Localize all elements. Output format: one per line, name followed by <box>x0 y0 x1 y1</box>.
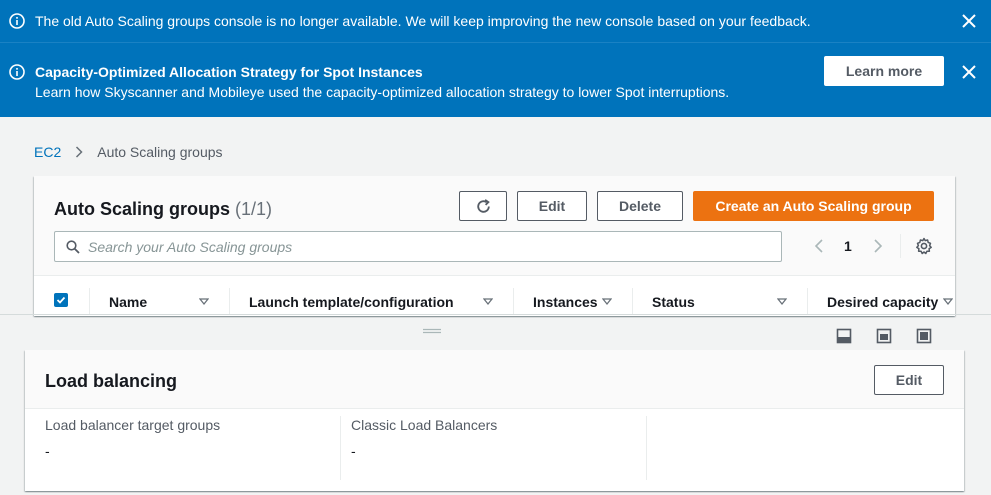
sort-caret-icon[interactable] <box>777 298 787 306</box>
column-divider <box>229 288 230 314</box>
auto-scaling-groups-panel: Auto Scaling groups (1/1) Edit Delete Cr… <box>34 176 955 418</box>
search-icon <box>66 240 80 254</box>
split-panel-divider[interactable] <box>0 314 991 315</box>
gear-icon[interactable] <box>915 237 933 255</box>
column-divider <box>340 416 341 480</box>
target-groups-field: Load balancer target groups - <box>45 416 220 478</box>
split-side-icon[interactable] <box>876 328 892 344</box>
panel-title: Load balancing <box>45 371 178 391</box>
load-balancing-panel: Load balancing Edit Load balancer target… <box>25 350 964 491</box>
breadcrumb-ec2-link[interactable]: EC2 <box>34 143 61 161</box>
refresh-button[interactable] <box>459 191 507 221</box>
panel-title: Auto Scaling groups (1/1) <box>54 198 272 220</box>
column-divider <box>513 288 514 314</box>
create-auto-scaling-group-button[interactable]: Create an Auto Scaling group <box>693 191 934 221</box>
flash-message: The old Auto Scaling groups console is n… <box>35 13 811 29</box>
flash-bar-autoscaling-console: The old Auto Scaling groups console is n… <box>0 0 991 42</box>
drag-handle-icon[interactable] <box>422 328 442 334</box>
chevron-right-icon <box>76 146 83 158</box>
column-name[interactable]: Name <box>109 294 147 310</box>
info-icon <box>9 13 25 29</box>
flash-title: Capacity-Optimized Allocation Strategy f… <box>35 64 423 80</box>
search-input[interactable] <box>88 232 768 261</box>
column-divider <box>646 416 647 480</box>
column-divider <box>807 288 808 314</box>
target-groups-label: Load balancer target groups <box>45 417 221 433</box>
edit-load-balancing-button[interactable]: Edit <box>874 365 944 395</box>
chevron-right-icon[interactable] <box>873 239 883 253</box>
column-desired-capacity[interactable]: Desired capacity <box>827 294 938 310</box>
classic-load-balancers-field: Classic Load Balancers - <box>351 416 497 478</box>
sort-caret-icon[interactable] <box>483 298 493 306</box>
sort-caret-icon[interactable] <box>199 298 209 306</box>
column-launch-template[interactable]: Launch template/configuration <box>249 294 454 310</box>
panel-title-text: Auto Scaling groups <box>54 199 231 219</box>
column-instances[interactable]: Instances <box>533 294 598 310</box>
column-status[interactable]: Status <box>652 294 695 310</box>
classic-load-balancers-label: Classic Load Balancers <box>351 417 498 433</box>
search-box <box>54 231 782 262</box>
chevron-left-icon[interactable] <box>814 239 824 253</box>
classic-load-balancers-value: - <box>351 443 356 459</box>
column-divider <box>89 288 90 314</box>
edit-button[interactable]: Edit <box>517 191 587 221</box>
split-full-icon[interactable] <box>916 328 932 344</box>
sort-caret-icon[interactable] <box>602 298 612 306</box>
info-icon <box>9 64 25 80</box>
split-bottom-icon[interactable] <box>836 328 852 344</box>
breadcrumb-current: Auto Scaling groups <box>97 144 223 160</box>
target-groups-value: - <box>45 443 50 459</box>
flash-message: Learn how Skyscanner and Mobileye used t… <box>35 84 730 100</box>
sort-caret-icon[interactable] <box>943 298 953 306</box>
column-divider <box>632 288 633 314</box>
breadcrumb: EC2 Auto Scaling groups <box>34 143 223 161</box>
close-icon[interactable] <box>961 13 977 29</box>
delete-button[interactable]: Delete <box>597 191 683 221</box>
refresh-icon <box>477 199 490 213</box>
page-number[interactable]: 1 <box>844 238 852 254</box>
learn-more-button[interactable]: Learn more <box>824 56 944 86</box>
close-icon[interactable] <box>961 64 977 80</box>
table-header: Name Launch template/configuration Insta… <box>34 288 955 418</box>
divider <box>900 234 901 258</box>
selection-count: (1/1) <box>235 199 273 219</box>
